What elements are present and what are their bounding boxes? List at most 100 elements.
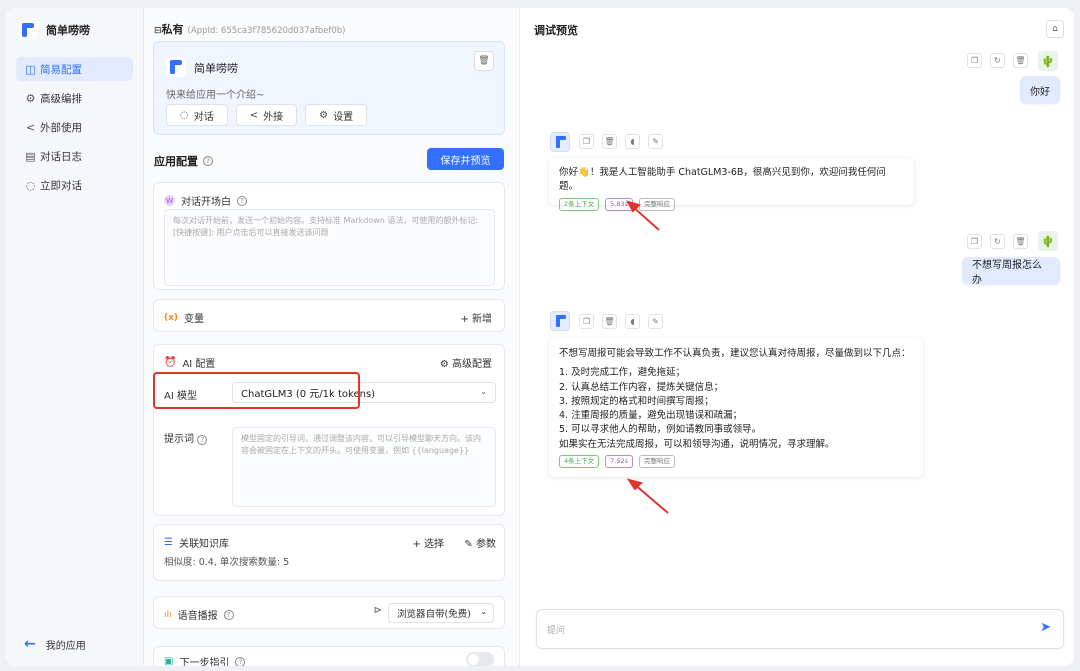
help-icon[interactable]: ?	[203, 156, 213, 166]
variable-icon: (x)	[164, 312, 179, 323]
delete-button[interactable]: 🗑	[602, 314, 617, 329]
settings-button[interactable]: ⚙ 设置	[305, 104, 368, 126]
kb-head: ☰ 关联知识库	[164, 535, 229, 550]
gear-icon: ⚙	[25, 91, 36, 105]
add-variable-button[interactable]: + 新增	[460, 310, 492, 325]
time-tag[interactable]: 5.83s	[605, 197, 633, 211]
welcome-textarea[interactable]: 每次对话开始前，发送一个初始内容。支持标准 Markdown 语法，可使用的额外…	[164, 209, 495, 286]
help-icon[interactable]: ?	[237, 195, 247, 206]
play-icon[interactable]: ⊳	[374, 605, 382, 616]
kb-params-button[interactable]: ✎ 参数	[464, 535, 496, 550]
retry-button[interactable]: ↻	[990, 53, 1005, 68]
trash-icon: 🗑	[604, 317, 615, 326]
prompt-label: 提示词	[164, 434, 194, 445]
arrow-head	[626, 478, 643, 491]
trash-icon: 🗑	[1015, 237, 1026, 246]
sidebar-item-label: 对话日志	[40, 150, 82, 163]
brand: 简单唠唠	[18, 20, 90, 40]
arrow-line	[633, 483, 669, 514]
section-title: 应用配置 ?	[154, 153, 213, 169]
tts-title: 语音播报	[177, 611, 218, 622]
copy-button[interactable]: ❐	[967, 53, 982, 68]
welcome-icon: W	[164, 195, 175, 206]
delete-button[interactable]: 🗑	[1013, 234, 1028, 249]
sidebar-item-chat-now[interactable]: ◌ 立即对话	[16, 173, 133, 197]
advanced-config-button[interactable]: ⚙ 高级配置	[440, 355, 492, 370]
knowledge-base-box: ☰ 关联知识库 + 选择 ✎ 参数 相似度: 0.4, 单次搜索数量: 5	[153, 524, 505, 581]
copy-button[interactable]: ❐	[967, 234, 982, 249]
next-step-toggle[interactable]	[466, 652, 494, 666]
help-icon[interactable]: ?	[235, 656, 246, 666]
external-button[interactable]: < 外接	[235, 104, 298, 126]
chat-icon: ◌	[180, 109, 189, 121]
app-logo-icon	[166, 57, 186, 77]
bot-message-line: 如果实在无法完成周报，可以和领导沟通，说明情况，寻求理解。	[559, 438, 835, 450]
user-avatar: 🌵	[1038, 51, 1058, 71]
next-step-head: ▣ 下一步指引 ?	[164, 654, 246, 666]
external-button-label: 外接	[263, 111, 284, 123]
save-preview-button[interactable]: 保存并预览	[427, 148, 504, 170]
advanced-config-label: 高级配置	[452, 359, 492, 370]
sidebar-item-simple-config[interactable]: ◫ 简易配置	[16, 57, 133, 81]
tts-value: 浏览器自带(免费)	[397, 609, 471, 620]
app-card: 简单唠唠 🗑 快来给应用一个介绍~ ◌ 对话 < 外接 ⚙ 设置	[153, 41, 505, 135]
app-logo-icon	[18, 20, 38, 40]
prompt-label-row: 提示词 ?	[164, 430, 208, 445]
copy-button[interactable]: ❐	[579, 314, 594, 329]
help-icon[interactable]: ?	[223, 609, 234, 620]
send-icon[interactable]: ➤	[1040, 620, 1051, 635]
highlight-annotation	[153, 372, 360, 409]
next-step-box: ▣ 下一步指引 ?	[153, 646, 505, 666]
audio-icon: ◖	[630, 317, 635, 326]
response-tag[interactable]: 完整响应	[639, 455, 675, 469]
kb-title: 关联知识库	[178, 539, 229, 550]
tts-select[interactable]: 浏览器自带(免费) ⌄	[388, 603, 494, 623]
chevron-down-icon: ⌄	[480, 607, 487, 616]
chat-input[interactable]: 提问 ➤	[536, 609, 1064, 649]
trash-icon: 🗑	[604, 137, 615, 146]
sidebar-item-logs[interactable]: ▤ 对话日志	[16, 144, 133, 168]
chat-title: 调试预览	[534, 24, 578, 37]
speak-button[interactable]: ◖	[625, 134, 640, 149]
prompt-textarea[interactable]: 模型固定的引导词，通过调整该内容，可以引导模型聊天方向。该内容会被固定在上下文的…	[232, 427, 496, 507]
message-tags: 4条上下文 7.52s 完整响应	[559, 455, 913, 469]
context-tag[interactable]: 2条上下文	[559, 197, 600, 211]
trash-icon: 🗑	[1015, 56, 1026, 65]
edit-button[interactable]: ✎	[648, 314, 663, 329]
ai-config-title: AI 配置	[182, 359, 216, 370]
bot-message-line: 1. 及时完成工作，避免拖延；	[559, 367, 686, 379]
my-apps-link[interactable]: ← 我的应用	[24, 636, 86, 652]
tts-head: ıIı 语音播报 ?	[164, 607, 234, 622]
response-tag[interactable]: 完整响应	[639, 197, 675, 211]
context-tag[interactable]: 4条上下文	[559, 455, 600, 469]
refresh-icon: ↻	[994, 237, 1001, 246]
chat-input-placeholder: 提问	[547, 626, 566, 636]
copy-button[interactable]: ❐	[579, 134, 594, 149]
sidebar-item-external[interactable]: < 外部使用	[16, 115, 133, 139]
app-window: 简单唠唠 ◫ 简易配置 ⚙ 高级编排 < 外部使用 ▤ 对话日志 ◌ 立即对话	[6, 8, 1074, 666]
message-tags: 2条上下文 5.83s 完整响应	[559, 197, 904, 211]
welcome-box: W 对话开场白 ? 每次对话开始前，发送一个初始内容。支持标准 Markdown…	[153, 182, 505, 290]
chat-button[interactable]: ◌ 对话	[166, 104, 228, 126]
edit-icon: ✎	[652, 317, 659, 326]
time-tag[interactable]: 7.52s	[605, 455, 633, 469]
retry-button[interactable]: ↻	[990, 234, 1005, 249]
delete-button[interactable]: 🗑	[1013, 53, 1028, 68]
share-icon: <	[249, 109, 259, 121]
edit-button[interactable]: ✎	[648, 134, 663, 149]
gear-icon: ⚙	[439, 359, 449, 370]
next-step-title: 下一步指引	[179, 658, 230, 666]
delete-button[interactable]: 🗑	[602, 134, 617, 149]
section-title-label: 应用配置	[154, 155, 198, 168]
kb-select-button[interactable]: + 选择	[412, 535, 444, 550]
alarm-icon: ⏰	[164, 357, 177, 368]
delete-app-button[interactable]: 🗑	[474, 51, 494, 71]
speak-button[interactable]: ◖	[625, 314, 640, 329]
user-message: 你好	[1020, 76, 1060, 104]
help-icon[interactable]: ?	[197, 435, 208, 445]
broom-icon: ⌂	[1052, 24, 1058, 34]
clear-chat-button[interactable]: ⌂	[1046, 20, 1064, 38]
sidebar-item-advanced[interactable]: ⚙ 高级编排	[16, 86, 133, 110]
my-apps-label: 我的应用	[45, 640, 86, 652]
collapse-icon[interactable]: ⊟	[154, 26, 162, 36]
